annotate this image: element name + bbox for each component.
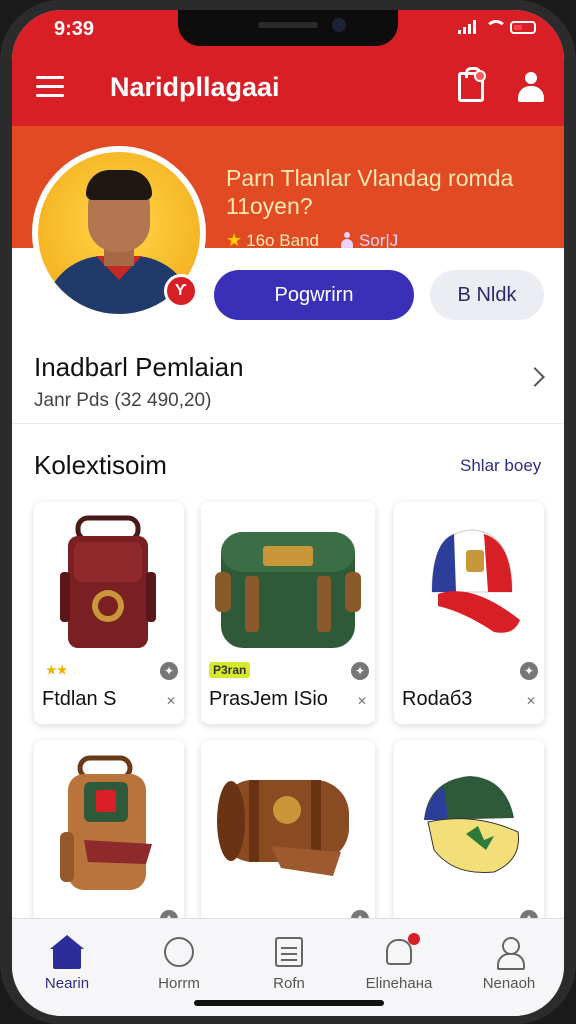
- product-label: Ftdlan S: [42, 688, 117, 710]
- profile-icon: [497, 937, 525, 970]
- phone-frame: 9:39 Naridpllagaai Ƴ Parn Tlanlar Vlanda…: [0, 0, 576, 1024]
- favorite-icon[interactable]: ✦: [351, 662, 369, 680]
- camera-notch: [178, 10, 398, 46]
- signal-icon: [458, 20, 476, 34]
- chat-icon: [164, 937, 194, 967]
- share-icon[interactable]: ✕: [166, 694, 176, 708]
- nav-item-2[interactable]: Horrm: [134, 937, 224, 992]
- cap-image: [424, 776, 519, 874]
- notification-icon: [386, 939, 412, 965]
- status-time: 9:39: [54, 18, 95, 40]
- product-card[interactable]: ★★ ✦ Ftdlan S ✕: [34, 502, 184, 724]
- nav-item-home[interactable]: Nearin: [22, 935, 112, 992]
- primary-action-button[interactable]: Pogwrirn: [214, 270, 414, 320]
- info-section-row[interactable]: Inadbarl Pemlaian Janr Pds (32 490,20): [12, 340, 564, 424]
- product-card[interactable]: ✦: [34, 740, 184, 930]
- product-label: Rodaб3: [402, 688, 473, 710]
- profile-stats: ★ 16о Ваnd Sor|J: [226, 230, 398, 251]
- avatar-badge[interactable]: Ƴ: [164, 274, 198, 308]
- person-icon: [340, 231, 353, 248]
- account-icon[interactable]: [516, 72, 546, 104]
- favorite-icon[interactable]: ✦: [520, 662, 538, 680]
- app-title: Naridpllagaai: [110, 72, 280, 102]
- product-card[interactable]: ✦ Rodaб3 ✕: [394, 502, 544, 724]
- nav-label: Nearin: [44, 975, 90, 992]
- backpack-image: [60, 515, 156, 648]
- nav-label: Rofn: [273, 975, 305, 992]
- battery-icon: [510, 20, 536, 34]
- menu-icon[interactable]: [36, 76, 64, 98]
- home-indicator: [194, 1000, 384, 1006]
- nav-label: Nenaoh: [482, 975, 536, 992]
- share-icon[interactable]: ✕: [357, 694, 367, 708]
- profile-name: Parn Tlanlar Vlandag romda 11oyen?: [226, 165, 514, 219]
- nav-item-4[interactable]: Elinehaнa: [354, 933, 444, 992]
- rating-text: 16о Ваnd: [246, 231, 319, 250]
- chevron-right-icon: [525, 367, 545, 387]
- nav-item-3[interactable]: Rofn: [244, 937, 334, 992]
- see-all-link[interactable]: Shlar boey: [460, 456, 541, 476]
- nav-label: Horrm: [158, 975, 200, 992]
- share-icon[interactable]: ✕: [526, 694, 536, 708]
- product-card[interactable]: ✦: [394, 740, 544, 930]
- secondary-action-button[interactable]: B Nldk: [430, 270, 544, 320]
- product-label: PrasJem ISio: [209, 688, 328, 710]
- product-card[interactable]: P3ran ✦ PrasJem ISio ✕: [201, 502, 375, 724]
- status-icons: [458, 20, 536, 34]
- product-tag: P3ran: [209, 662, 251, 678]
- home-icon: [50, 935, 84, 969]
- followers-text: Sor|J: [358, 230, 399, 250]
- nav-item-5[interactable]: Nenaoh: [464, 937, 554, 992]
- section-subtitle: Janr Pds (32 490,20): [34, 390, 212, 411]
- followers-stat: Sor|J: [340, 230, 399, 251]
- backpack-image: [60, 755, 152, 890]
- wifi-icon: [484, 20, 507, 34]
- list-icon: [275, 937, 303, 967]
- product-card[interactable]: ✦: [201, 740, 375, 930]
- case-image: [217, 780, 349, 876]
- cap-image: [431, 529, 520, 633]
- nav-label: Elinehaнa: [365, 975, 433, 992]
- favorite-icon[interactable]: ✦: [160, 662, 178, 680]
- star-icon: ★: [226, 230, 243, 250]
- section-title: Inadbarl Pemlaian: [34, 352, 244, 382]
- case-image: [215, 532, 361, 648]
- collection-title: Kolextisoim: [34, 450, 167, 480]
- app-screen: 9:39 Naridpllagaai Ƴ Parn Tlanlar Vlanda…: [12, 10, 564, 1016]
- rating-stat: ★ 16о Ваnd: [226, 230, 319, 251]
- notification-dot: [408, 933, 420, 945]
- notification-dot: [474, 70, 486, 82]
- product-tag: ★★: [46, 663, 68, 677]
